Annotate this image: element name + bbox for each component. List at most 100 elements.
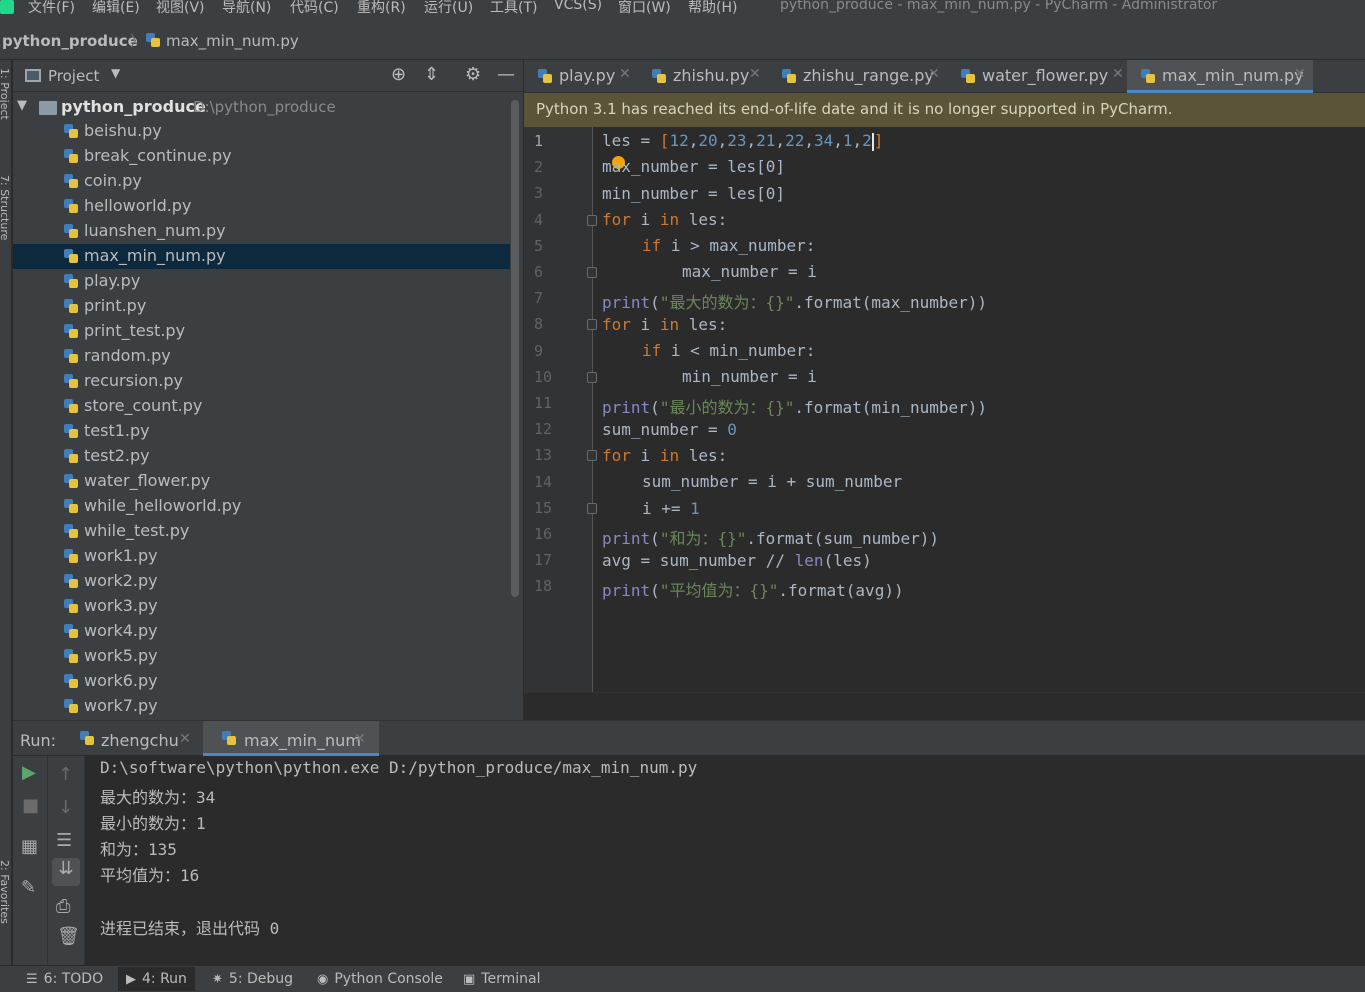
run-console-output[interactable]: D:\software\python\python.exe D:/python_… <box>85 756 1365 965</box>
run-tab-zhengchu[interactable]: zhengchu ✕ <box>71 721 199 756</box>
fold-marker-icon[interactable] <box>587 503 597 514</box>
file-name: work2.py <box>84 571 158 590</box>
terminal-button[interactable]: ▣ Terminal <box>463 971 540 987</box>
print-icon[interactable]: ⎙ <box>56 896 70 917</box>
menu-help[interactable]: 帮助(H) <box>688 0 737 17</box>
menu-refactor[interactable]: 重构(R) <box>357 0 406 17</box>
debug-label: 5: Debug <box>228 971 294 987</box>
menu-vcs[interactable]: VCS(S) <box>554 0 602 13</box>
close-icon[interactable]: ✕ <box>1294 66 1306 82</box>
file-name: while_test.py <box>84 521 190 540</box>
file-tree-item[interactable]: print.py <box>13 294 510 319</box>
python-file-icon <box>63 423 79 439</box>
run-tool-button[interactable]: ▶ 4: Run <box>118 967 195 991</box>
run-toolbar-right: ↑ ↓ ☰ ⇊ ⎙ 🗑 <box>48 756 85 965</box>
file-tree-item[interactable]: work2.py <box>13 569 510 594</box>
gear-icon[interactable]: ⚙ <box>465 64 481 85</box>
fold-marker-icon[interactable] <box>587 267 597 278</box>
run-tab-max-min-num[interactable]: max_min_num ✕ <box>203 721 379 756</box>
menu-file[interactable]: 文件(F) <box>28 0 75 17</box>
rerun-icon[interactable]: ▶ <box>22 762 36 783</box>
close-icon[interactable]: ✕ <box>1112 66 1124 82</box>
close-icon[interactable]: ✕ <box>619 66 631 82</box>
trash-icon[interactable]: 🗑 <box>57 926 80 947</box>
file-tree-item[interactable]: recursion.py <box>13 369 510 394</box>
file-tree-item[interactable]: helloworld.py <box>13 194 510 219</box>
arrow-up-icon[interactable]: ↑ <box>58 764 73 785</box>
file-tree-item[interactable]: test1.py <box>13 419 510 444</box>
project-root[interactable]: ▼ python_produce D:\python_produce <box>13 96 523 121</box>
project-view-selector[interactable]: Project <box>48 67 99 85</box>
locate-icon[interactable]: ⊕ <box>391 64 406 85</box>
close-icon[interactable]: ✕ <box>179 731 191 747</box>
line-number: 18 <box>534 577 553 596</box>
file-tree-item[interactable]: work1.py <box>13 544 510 569</box>
soft-wrap-icon[interactable]: ☰ <box>56 830 72 851</box>
list-icon: ☰ <box>26 972 38 987</box>
scroll-to-end-icon[interactable]: ⇊ <box>52 858 80 886</box>
stop-icon[interactable]: ■ <box>22 795 39 816</box>
tab-water-flower[interactable]: water_flower.py ✕ <box>947 60 1127 93</box>
file-tree-item[interactable]: work6.py <box>13 669 510 694</box>
hide-panel-icon[interactable]: — <box>497 64 515 85</box>
file-tree-item[interactable]: work7.py <box>13 694 510 719</box>
project-tool-button[interactable]: 1: Project <box>0 68 11 120</box>
fold-marker-icon[interactable] <box>587 450 597 461</box>
menu-navigate[interactable]: 导航(N) <box>222 0 271 17</box>
file-tree-item[interactable]: print_test.py <box>13 319 510 344</box>
tab-zhishu[interactable]: zhishu.py ✕ <box>638 60 766 93</box>
code-editor[interactable]: 1 2 3 4 5 6 7 8 9 10 11 12 13 14 15 16 17 18 les = [12,20… <box>524 127 1365 719</box>
fold-marker-icon[interactable] <box>587 319 597 330</box>
menu-run[interactable]: 运行(U) <box>424 0 473 17</box>
chevron-down-icon[interactable]: ▼ <box>111 66 120 80</box>
fold-marker-icon[interactable] <box>587 215 597 226</box>
file-tree-item[interactable]: water_flower.py <box>13 469 510 494</box>
file-tree-item[interactable]: test2.py <box>13 444 510 469</box>
close-icon[interactable]: ✕ <box>354 731 366 747</box>
menu-window[interactable]: 窗口(W) <box>618 0 671 17</box>
menu-code[interactable]: 代码(C) <box>290 0 339 17</box>
console-line: 平均值为：16 <box>100 866 200 885</box>
file-tree-item[interactable]: beishu.py <box>13 119 510 144</box>
file-tree-item[interactable]: coin.py <box>13 169 510 194</box>
file-tree-item[interactable]: while_helloworld.py <box>13 494 510 519</box>
file-tree-item[interactable]: play.py <box>13 269 510 294</box>
file-tree-item[interactable]: while_test.py <box>13 519 510 544</box>
favorites-tool-button[interactable]: 2: Favorites <box>0 860 11 924</box>
structure-tool-button[interactable]: 7: Structure <box>0 175 11 240</box>
tab-label: zhishu_range.py <box>803 66 934 85</box>
breadcrumb-file[interactable]: max_min_num.py <box>166 32 299 50</box>
arrow-down-icon[interactable]: ↓ <box>58 797 73 818</box>
terminal-label: Terminal <box>481 971 541 987</box>
close-icon[interactable]: ✕ <box>928 66 940 82</box>
file-name: work1.py <box>84 546 158 565</box>
menu-edit[interactable]: 编辑(E) <box>92 0 140 17</box>
expand-triangle-icon[interactable]: ▼ <box>17 98 27 113</box>
tab-play[interactable]: play.py ✕ <box>524 60 638 93</box>
collapse-all-icon[interactable]: ⇕ <box>424 64 439 85</box>
code-line-5: if i > max_number: <box>642 236 816 255</box>
menu-view[interactable]: 视图(V) <box>156 0 205 17</box>
pin-icon[interactable]: ✎ <box>21 877 36 898</box>
file-tree-item[interactable]: luanshen_num.py <box>13 219 510 244</box>
project-scrollbar[interactable] <box>511 100 519 597</box>
tab-zhishu-range[interactable]: zhishu_range.py ✕ <box>768 60 946 93</box>
python-console-button[interactable]: ◉ Python Console <box>317 971 443 987</box>
run-toolbar-left: ▶ ■ ▦ ✎ <box>13 756 48 965</box>
file-tree-item[interactable]: random.py <box>13 344 510 369</box>
file-tree-item[interactable]: work3.py <box>13 594 510 619</box>
debug-tool-button[interactable]: ✷ 5: Debug <box>212 971 293 987</box>
breadcrumb-project[interactable]: python_produce <box>2 32 138 50</box>
tab-max-min-num[interactable]: max_min_num.py ✕ <box>1127 60 1313 93</box>
fold-marker-icon[interactable] <box>587 372 597 383</box>
file-tree-item[interactable]: store_count.py <box>13 394 510 419</box>
file-tree-item[interactable]: break_continue.py <box>13 144 510 169</box>
file-tree-item[interactable]: work4.py <box>13 619 510 644</box>
todo-tool-button[interactable]: ☰ 6: TODO <box>26 971 103 987</box>
file-name: print.py <box>84 296 147 315</box>
file-tree-item[interactable]: max_min_num.py <box>13 244 510 269</box>
menu-tools[interactable]: 工具(T) <box>490 0 537 17</box>
close-icon[interactable]: ✕ <box>749 66 761 82</box>
layout-icon[interactable]: ▦ <box>21 836 38 857</box>
file-tree-item[interactable]: work5.py <box>13 644 510 669</box>
